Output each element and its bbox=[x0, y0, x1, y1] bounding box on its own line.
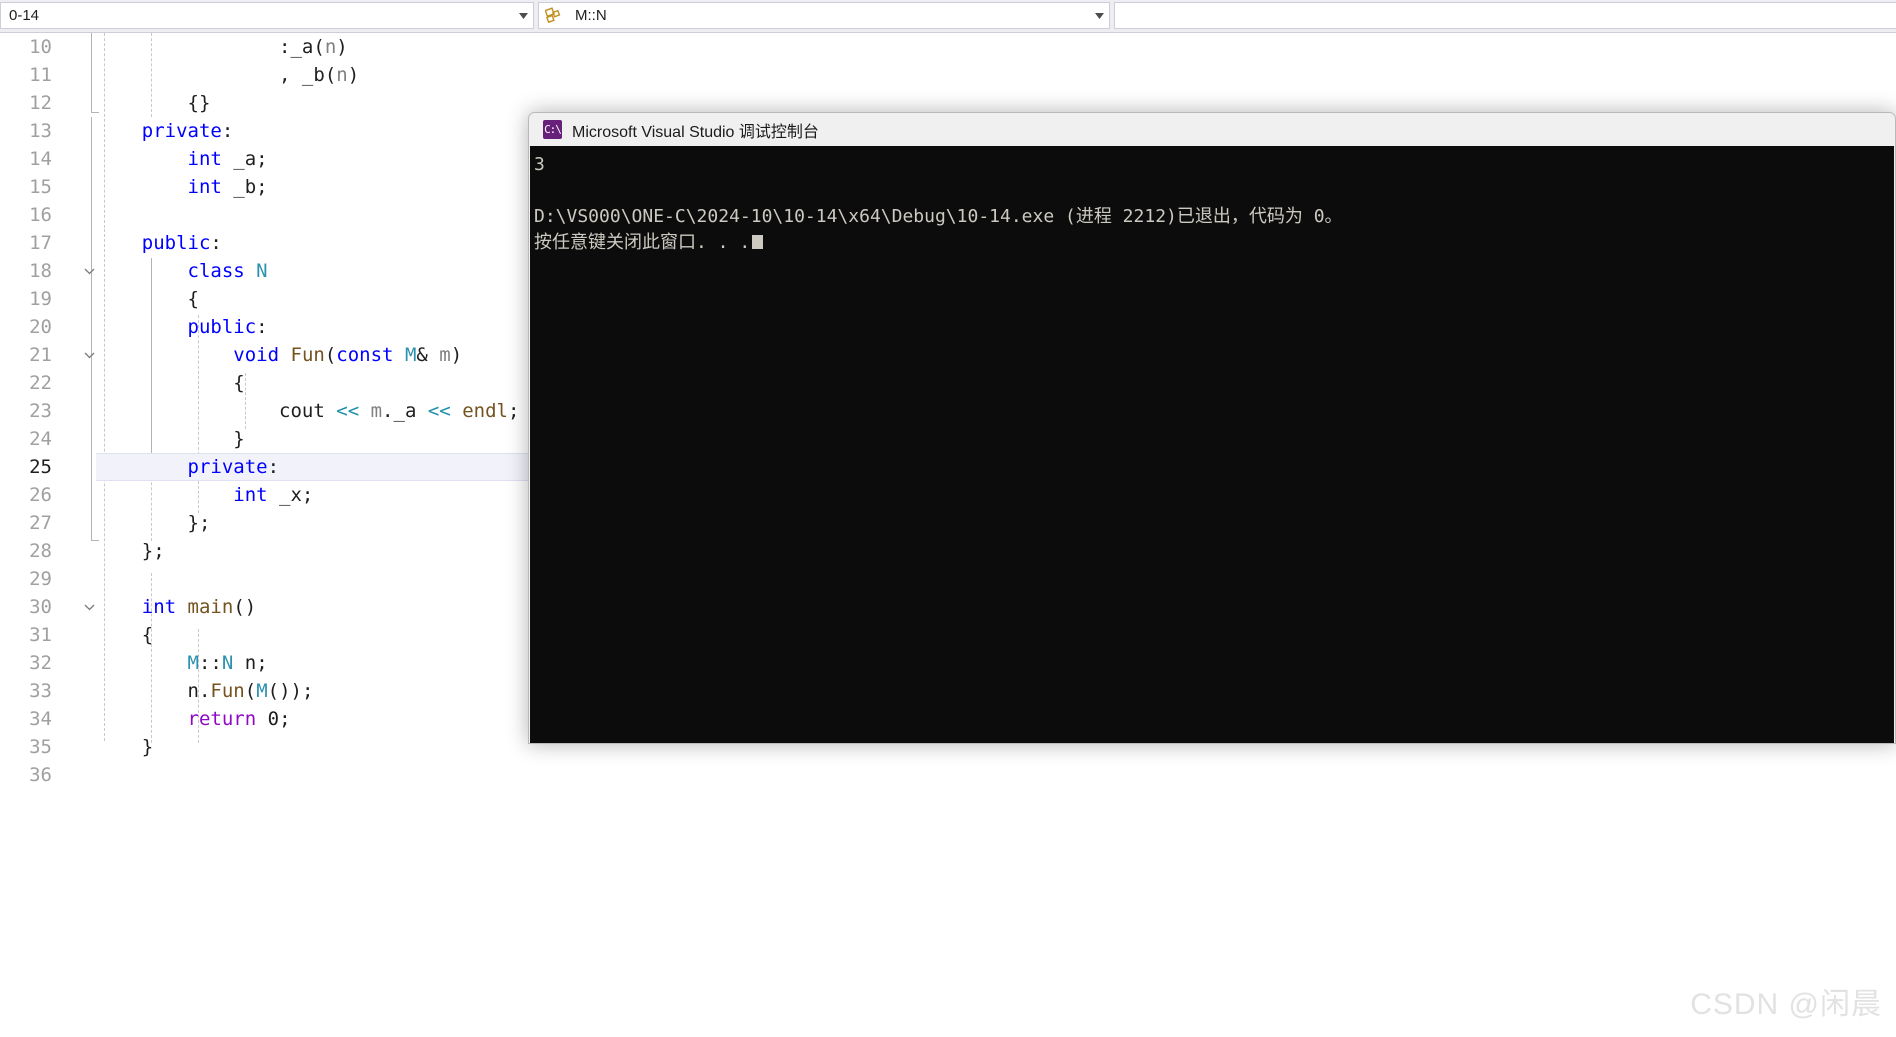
code-text: n.Fun(M()); bbox=[187, 680, 314, 702]
line-number: 34 bbox=[29, 708, 52, 730]
line-number: 28 bbox=[29, 540, 52, 562]
project-selector-value: 0-14 bbox=[9, 7, 40, 24]
project-selector-combobox[interactable]: 0-14 bbox=[0, 2, 534, 29]
line-number: 13 bbox=[29, 120, 52, 142]
code-line[interactable]: 10 :_a(n) bbox=[0, 33, 1896, 61]
line-number: 12 bbox=[29, 92, 52, 114]
line-number: 32 bbox=[29, 652, 52, 674]
line-number: 35 bbox=[29, 736, 52, 758]
code-text: {} bbox=[187, 92, 211, 114]
code-text: M::N n; bbox=[187, 652, 268, 674]
code-text: int _b; bbox=[187, 176, 268, 198]
line-number: 17 bbox=[29, 232, 52, 254]
code-line[interactable]: 11 , _b(n) bbox=[0, 61, 1896, 89]
code-line[interactable]: 36 bbox=[0, 761, 1896, 789]
console-cursor bbox=[752, 235, 764, 249]
namespace-icon bbox=[545, 6, 565, 25]
console-prompt-text: 按任意键关闭此窗口. . . bbox=[534, 232, 751, 253]
code-text: { bbox=[141, 624, 154, 646]
chevron-down-icon[interactable] bbox=[513, 3, 533, 28]
csdn-watermark: CSDN @闲晨 bbox=[1690, 988, 1882, 1021]
scope-selector-value: M::N bbox=[575, 7, 607, 24]
scope-selector-combobox[interactable]: M::N bbox=[538, 2, 1110, 29]
console-line: D:\VS000\ONE-C\2024-10\10-14\x64\Debug\1… bbox=[534, 206, 1343, 227]
code-text: , _b(n) bbox=[279, 64, 360, 86]
code-text: } bbox=[233, 428, 245, 450]
code-text: int main() bbox=[141, 596, 257, 618]
code-text: public: bbox=[141, 232, 222, 254]
console-titlebar[interactable]: C:\ Microsoft Visual Studio 调试控制台 bbox=[529, 113, 1895, 146]
code-text: } bbox=[141, 736, 154, 758]
console-line-prompt: 按任意键关闭此窗口. . . bbox=[534, 230, 1894, 256]
chevron-down-icon[interactable] bbox=[1089, 3, 1109, 28]
line-number: 14 bbox=[29, 148, 52, 170]
code-text: void Fun(const M& m) bbox=[233, 344, 463, 366]
line-number: 31 bbox=[29, 624, 52, 646]
line-number: 20 bbox=[29, 316, 52, 338]
code-text: { bbox=[187, 288, 199, 310]
navigation-bar: 0-14 M::N bbox=[0, 0, 1896, 33]
line-number: 23 bbox=[29, 400, 52, 422]
line-number: 18 bbox=[29, 260, 52, 282]
line-number: 24 bbox=[29, 428, 52, 450]
code-text: { bbox=[233, 372, 245, 394]
console-app-icon: C:\ bbox=[543, 120, 562, 139]
line-number: 29 bbox=[29, 568, 52, 590]
code-text: private: bbox=[187, 456, 280, 478]
line-number: 36 bbox=[29, 764, 52, 786]
line-number: 16 bbox=[29, 204, 52, 226]
line-number: 33 bbox=[29, 680, 52, 702]
console-line: 3 bbox=[534, 154, 545, 175]
code-text: public: bbox=[187, 316, 268, 338]
code-text: return 0; bbox=[187, 708, 291, 730]
code-text: :_a(n) bbox=[279, 36, 348, 58]
debug-console-window[interactable]: C:\ Microsoft Visual Studio 调试控制台 3 D:\V… bbox=[528, 112, 1896, 744]
console-output[interactable]: 3 D:\VS000\ONE-C\2024-10\10-14\x64\Debug… bbox=[530, 146, 1894, 743]
line-number: 21 bbox=[29, 344, 52, 366]
line-number: 10 bbox=[29, 36, 52, 58]
console-title: Microsoft Visual Studio 调试控制台 bbox=[572, 123, 819, 141]
line-number: 25 bbox=[29, 456, 52, 478]
code-text: cout << m._a << endl; bbox=[279, 400, 520, 422]
line-number: 30 bbox=[29, 596, 52, 618]
app-root: 0-14 M::N 10:_a(n) 11 , _b(n) 12 {} 13 … bbox=[0, 0, 1896, 1037]
code-text: }; bbox=[141, 540, 165, 562]
line-number: 19 bbox=[29, 288, 52, 310]
code-text: private: bbox=[141, 120, 234, 142]
line-number: 26 bbox=[29, 484, 52, 506]
code-text: int _a; bbox=[187, 148, 268, 170]
line-number: 11 bbox=[29, 64, 52, 86]
code-text: }; bbox=[187, 512, 211, 534]
member-selector-combobox[interactable] bbox=[1114, 2, 1896, 29]
code-text: class N bbox=[187, 260, 268, 282]
line-number: 15 bbox=[29, 176, 52, 198]
line-number: 22 bbox=[29, 372, 52, 394]
code-text: int _x; bbox=[233, 484, 314, 506]
line-number: 27 bbox=[29, 512, 52, 534]
